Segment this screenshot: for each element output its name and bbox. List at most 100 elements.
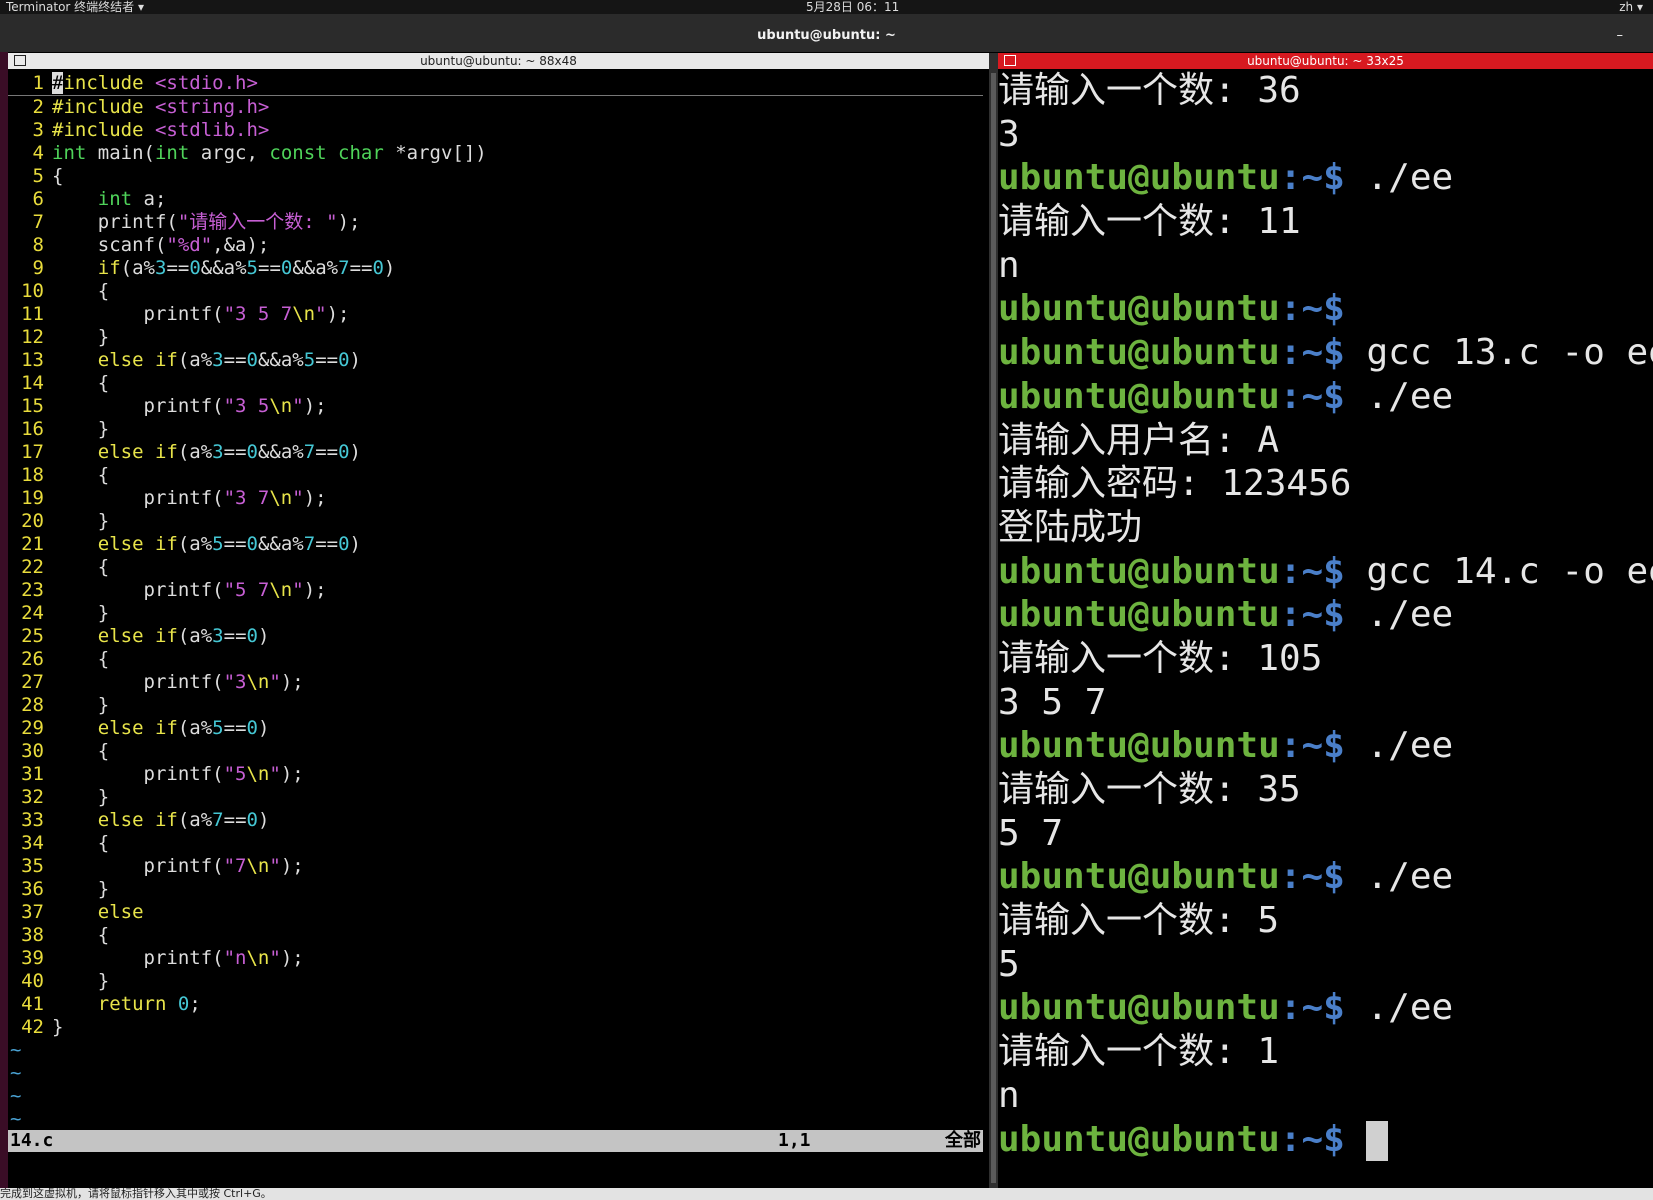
code-token: \n <box>269 579 293 601</box>
line-number: 24 <box>21 602 44 624</box>
code-line[interactable]: 39 printf("n\n"); <box>8 947 983 970</box>
code-line[interactable]: 20 } <box>8 510 983 533</box>
code-token: 0 <box>246 809 258 831</box>
code-token: 0 <box>338 441 350 463</box>
code-line[interactable]: 22 { <box>8 556 983 579</box>
code-line[interactable]: 16 } <box>8 418 983 441</box>
code-line[interactable]: 21 else if(a%5==0&&a%7==0) <box>8 533 983 556</box>
code-line[interactable]: 38 { <box>8 924 983 947</box>
code-line[interactable]: 28 } <box>8 694 983 717</box>
code-token: 3 <box>212 625 224 647</box>
code-line[interactable]: 26 { <box>8 648 983 671</box>
terminal-grid-icon[interactable] <box>14 55 26 66</box>
code-line[interactable]: 40 } <box>8 970 983 993</box>
code-line[interactable]: 19 printf("3 7\n"); <box>8 487 983 510</box>
code-line[interactable]: 31 printf("5\n"); <box>8 763 983 786</box>
code-line[interactable]: 2 #include <string.h> <box>8 96 983 119</box>
code-text: printf("3\n"); <box>44 671 304 693</box>
code-token: == <box>315 533 339 555</box>
code-line[interactable]: 29 else if(a%5==0) <box>8 717 983 740</box>
code-line[interactable]: 1 #include <stdio.h> <box>8 72 983 96</box>
code-text: if(a%3==0&&a%5==0&&a%7==0) <box>44 257 396 279</box>
line-number: 36 <box>21 878 44 900</box>
code-text: printf("7\n"); <box>44 855 304 877</box>
code-line[interactable]: 13 else if(a%3==0&&a%5==0) <box>8 349 983 372</box>
code-line[interactable]: 11 printf("3 5 7\n"); <box>8 303 983 326</box>
code-line[interactable]: 9 if(a%3==0&&a%5==0&&a%7==0) <box>8 257 983 280</box>
window-titlebar: ubuntu@ubuntu: ~ – <box>0 14 1653 52</box>
line-number: 18 <box>21 464 44 486</box>
code-line[interactable]: 23 printf("5 7\n"); <box>8 579 983 602</box>
code-token: "3 5 7 <box>223 303 293 325</box>
code-text: } <box>44 970 109 992</box>
code-line[interactable]: 18 { <box>8 464 983 487</box>
terminal-output-pane[interactable]: 请输入一个数: 36 3 ubuntu@ubuntu:~$ ./ee 请输入一个数: … <box>998 69 1653 1188</box>
scrollbar[interactable] <box>991 73 996 1183</box>
code-line[interactable]: 6 int a; <box>8 188 983 211</box>
prompt-line: ubuntu@ubuntu:~$ ./ee <box>998 986 1653 1030</box>
code-token: 5 <box>303 349 316 371</box>
code-line[interactable]: 17 else if(a%3==0&&a%7==0) <box>8 441 983 464</box>
line-number: 21 <box>21 533 44 555</box>
app-menu[interactable]: Terminator 终端终结者 ▾ <box>6 0 144 14</box>
code-text: } <box>44 1016 63 1038</box>
output-line: n <box>998 244 1020 286</box>
left-pane-header[interactable]: ubuntu@ubuntu: ~ 88x48 <box>8 53 989 69</box>
code-line[interactable]: 12 } <box>8 326 983 349</box>
minimize-button[interactable]: – <box>1617 14 1624 58</box>
code-text: { <box>44 740 109 762</box>
prompt-path: :~$ <box>1279 987 1345 1029</box>
prompt-line: ubuntu@ubuntu:~$ ./ee <box>998 593 1653 637</box>
code-line[interactable]: 25 else if(a%3==0) <box>8 625 983 648</box>
code-token: } <box>52 1016 64 1038</box>
code-line[interactable]: 42} <box>8 1016 983 1039</box>
code-line[interactable]: 10 { <box>8 280 983 303</box>
prompt-command: ./ee <box>1344 987 1454 1029</box>
input-method-indicator[interactable]: zh ▾ <box>1619 0 1643 14</box>
code-line[interactable]: 27 printf("3\n"); <box>8 671 983 694</box>
code-token: } <box>52 694 110 716</box>
line-number: 32 <box>21 786 44 808</box>
line-number: 8 <box>32 234 44 256</box>
code-view[interactable]: 1 #include <stdio.h> 2 #include <string.h> 3… <box>8 72 983 1131</box>
code-token: \n <box>269 395 293 417</box>
prompt-user: ubuntu@ubuntu <box>998 856 1280 898</box>
code-line[interactable]: 24 } <box>8 602 983 625</box>
code-line[interactable]: 36 } <box>8 878 983 901</box>
code-line[interactable]: 14 { <box>8 372 983 395</box>
right-pane-header[interactable]: ubuntu@ubuntu: ~ 33x25 <box>998 53 1653 69</box>
line-number: 5 <box>32 165 44 187</box>
code-token: else if <box>97 441 178 463</box>
code-line[interactable]: 3 #include <stdlib.h> <box>8 119 983 142</box>
code-token: const <box>269 142 327 164</box>
vim-editor-pane[interactable]: 1 #include <stdio.h> 2 #include <string.h> 3… <box>8 69 989 1188</box>
terminal-grid-icon[interactable] <box>1004 55 1016 66</box>
code-token: } <box>52 510 110 532</box>
code-text: printf("请输入一个数: "); <box>44 211 361 233</box>
code-line[interactable]: 30 { <box>8 740 983 763</box>
code-line[interactable]: 15 printf("3 5\n"); <box>8 395 983 418</box>
desktop-edge <box>0 52 8 1188</box>
code-line[interactable]: 35 printf("7\n"); <box>8 855 983 878</box>
code-line[interactable]: 33 else if(a%7==0) <box>8 809 983 832</box>
code-token: 5 <box>212 533 224 555</box>
code-line[interactable]: 7 printf("请输入一个数: "); <box>8 211 983 234</box>
code-token: { <box>52 832 110 854</box>
code-token: *argv[]) <box>383 142 487 164</box>
code-line[interactable]: 34 { <box>8 832 983 855</box>
code-line[interactable]: 5{ <box>8 165 983 188</box>
code-line[interactable]: 4 int main(int argc, const char *argv[]) <box>8 142 983 165</box>
prompt-user: ubuntu@ubuntu <box>998 288 1280 330</box>
pane-splitter[interactable] <box>989 53 998 1188</box>
code-token: &&a% <box>257 441 304 463</box>
code-token: "5 7 <box>223 579 270 601</box>
code-text: else if(a%7==0) <box>44 809 270 831</box>
code-token: == <box>223 625 247 647</box>
code-line[interactable]: 8 scanf("%d",&a); <box>8 234 983 257</box>
clock[interactable]: 5月28日 06：11 <box>806 0 899 14</box>
code-line[interactable]: 32 } <box>8 786 983 809</box>
code-line[interactable]: 41 return 0; <box>8 993 983 1016</box>
code-line[interactable]: 37 else <box>8 901 983 924</box>
